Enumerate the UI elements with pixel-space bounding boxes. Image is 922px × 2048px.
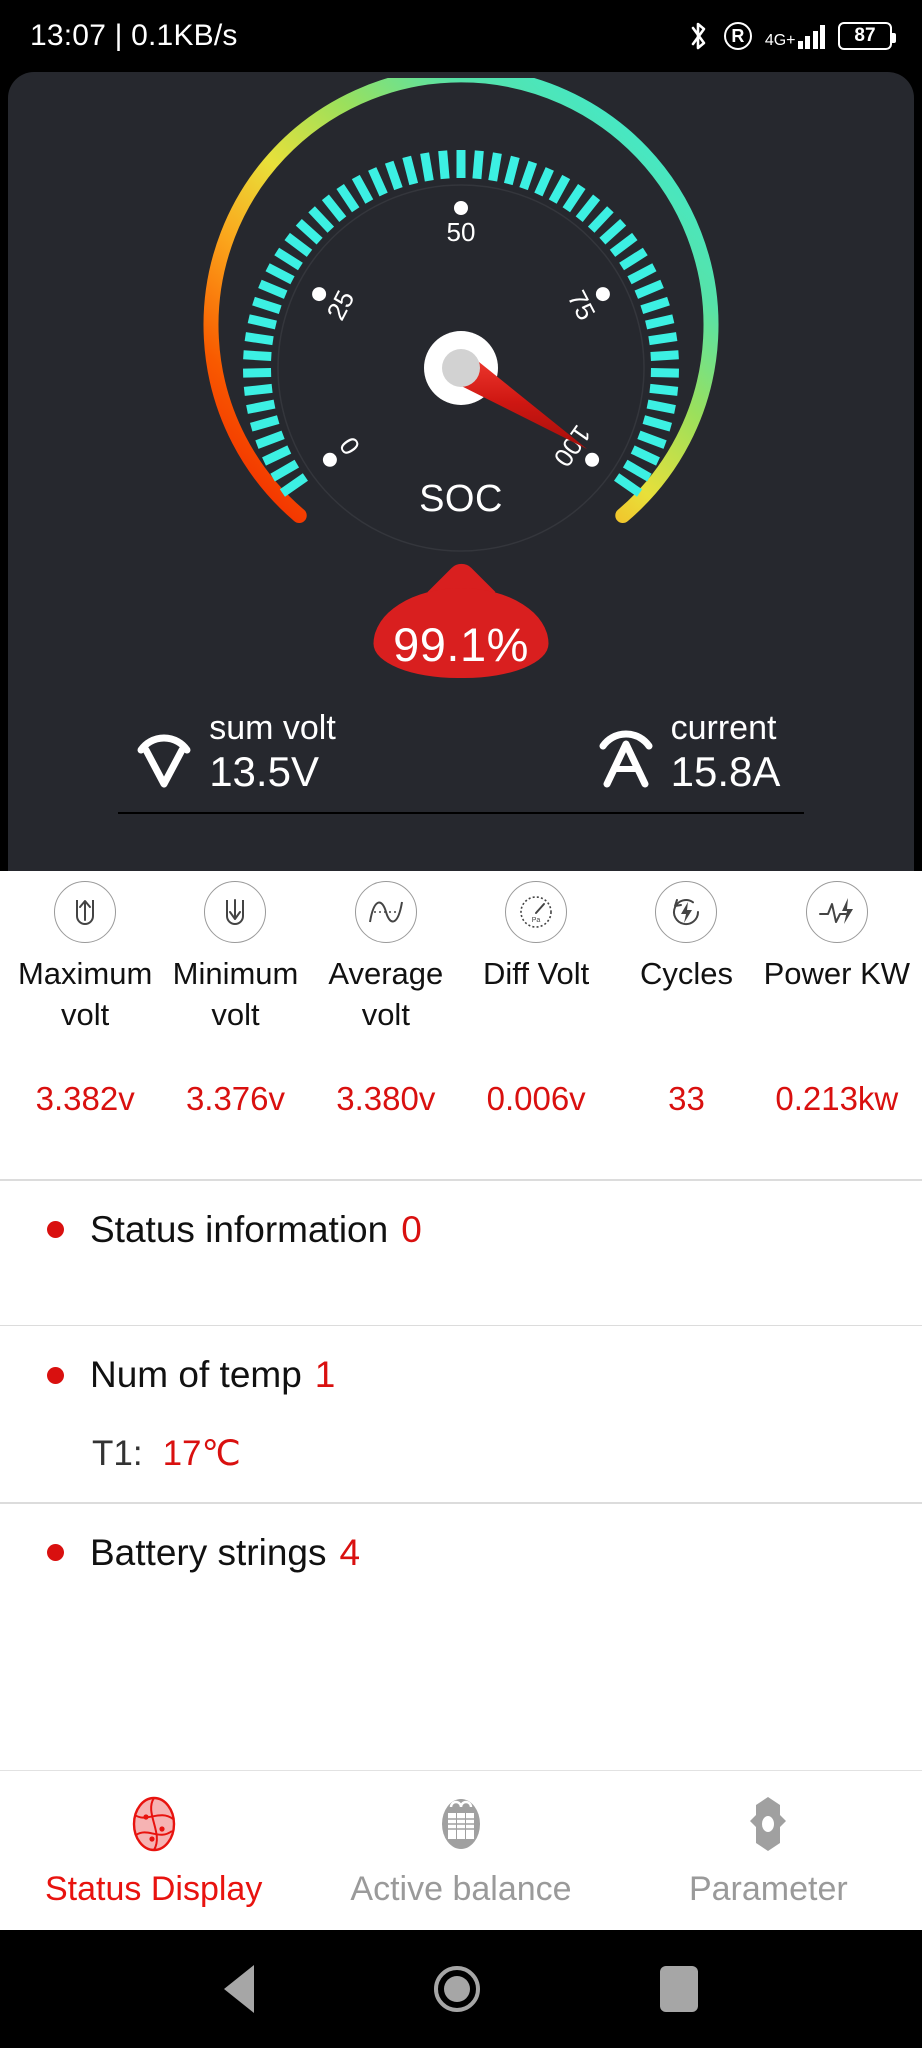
stat-label: Cycles (639, 956, 733, 991)
row-value: 1 (314, 1354, 336, 1395)
stat-cycles: Cycles 33 (611, 881, 761, 1119)
row-value: 0 (401, 1208, 422, 1250)
sine-wave-icon (354, 881, 417, 943)
status-icons: R 4G+ 87 (687, 20, 896, 52)
svg-text:Pa: Pa (532, 917, 541, 924)
stat-value: 33 (668, 1080, 705, 1117)
metric-label: sum volt (209, 709, 336, 747)
stat-value: 3.376v (185, 1080, 286, 1117)
home-circle-icon[interactable] (434, 1966, 480, 2012)
network-signal-icon: 4G+ (765, 23, 825, 49)
bottom-tab-bar: Status Display Active balance Parameter (0, 1770, 922, 1930)
power-wave-icon (805, 881, 868, 943)
svg-text:25: 25 (320, 285, 360, 325)
stat-maximum-volt: Maximum volt 3.382v (10, 881, 160, 1119)
row-label: Num of temp (90, 1354, 302, 1395)
bluetooth-icon (687, 20, 711, 52)
battery-icon: 87 (838, 22, 896, 50)
voltage-icon (133, 716, 195, 788)
recents-square-icon[interactable] (660, 1966, 698, 2012)
stats-grid: Maximum volt 3.382v Minimum volt 3.376v … (0, 871, 922, 1119)
status-time-network: 13:07 | 0.1KB/s (30, 19, 238, 52)
battery-percent-label: 87 (854, 25, 876, 46)
tab-parameter[interactable]: Parameter (615, 1793, 922, 1909)
soc-value-text: 99.1% (393, 618, 529, 671)
arrow-up-volt-icon (54, 881, 117, 943)
android-nav-bar (0, 1930, 922, 2048)
mos-switch-row: Chg MOS Dischg MOS Balance (8, 862, 914, 871)
arrow-down-volt-icon (204, 881, 267, 943)
metric-label: current (670, 709, 777, 747)
tab-label: Status Display (45, 1869, 263, 1908)
phone-screen: 13:07 | 0.1KB/s R 4G+ 87 0 25 50 75 100 … (0, 0, 922, 2048)
soc-center-label: SOC (419, 478, 503, 520)
soc-value-badge: 99.1% (373, 558, 549, 678)
gauge-meter-icon: Pa (505, 881, 568, 943)
tab-label: Active balance (350, 1869, 572, 1908)
back-triangle-icon[interactable] (224, 1965, 254, 2013)
stat-diff-volt: Pa Diff Volt 0.006v (461, 881, 611, 1119)
stat-average-volt: Average volt 3.380v (311, 881, 461, 1119)
roaming-icon: R (723, 22, 752, 50)
lightning-circle-icon (655, 881, 718, 943)
svg-text:50: 50 (447, 217, 476, 247)
row-battery-strings[interactable]: Battery strings 4 (0, 1504, 922, 1602)
tab-status-display[interactable]: Status Display (0, 1793, 307, 1909)
gauge-needle (424, 331, 588, 450)
tab-label: Parameter (688, 1869, 848, 1908)
metric-current: current 15.8A (461, 702, 914, 802)
row-label: Status information (90, 1208, 389, 1250)
status-bar: 13:07 | 0.1KB/s R 4G+ 87 (0, 0, 922, 72)
row-status-information[interactable]: Status information 0 (0, 1181, 922, 1325)
globe-network-icon (126, 1793, 182, 1860)
stat-power-kw: Power KW 0.213kw (762, 881, 912, 1119)
bullet-icon (47, 1544, 64, 1561)
metrics-row: sum volt 13.5V current 15.8A (8, 702, 914, 802)
battery-cells-icon (433, 1793, 489, 1860)
temp-sensor-value: 17℃ (162, 1434, 241, 1473)
metric-value: 13.5V (209, 748, 319, 795)
stat-label: Power KW (763, 956, 911, 991)
stat-minimum-volt: Minimum volt 3.376v (160, 881, 310, 1119)
metric-value: 15.8A (670, 748, 781, 795)
stat-label: Average volt (328, 956, 444, 1032)
stat-value: 3.380v (336, 1080, 436, 1117)
stat-value: 0.006v (486, 1080, 586, 1117)
gear-hex-icon (740, 1793, 796, 1860)
stat-value: 3.382v (35, 1080, 135, 1117)
bullet-icon (47, 1221, 64, 1238)
panel-divider (118, 812, 804, 814)
gauge-panel: 0 25 50 75 100 SOC 99.1% sum volt 13.5V … (8, 72, 914, 871)
row-value: 4 (339, 1531, 361, 1573)
stat-label: Minimum volt (172, 956, 299, 1032)
stat-label: Diff Volt (483, 956, 590, 991)
metric-sum-volt: sum volt 13.5V (8, 702, 461, 802)
svg-text:75: 75 (562, 285, 602, 325)
network-type-label: 4G+ (764, 32, 796, 49)
soc-gauge: 0 25 50 75 100 SOC 99.1% (8, 78, 914, 678)
tab-active-balance[interactable]: Active balance (307, 1793, 614, 1909)
stat-value: 0.213kw (775, 1080, 899, 1117)
signal-bars-icon (797, 23, 825, 49)
row-label: Battery strings (90, 1531, 327, 1573)
row-num-of-temp[interactable]: Num of temp 1 T1: 17℃ (0, 1326, 922, 1502)
bullet-icon (47, 1366, 64, 1384)
temp-sensor-t1: T1: 17℃ (0, 1434, 922, 1474)
stat-label: Maximum volt (17, 956, 153, 1032)
temp-sensor-key: T1: (92, 1434, 143, 1473)
current-icon (595, 716, 657, 788)
svg-text:0: 0 (333, 431, 366, 460)
